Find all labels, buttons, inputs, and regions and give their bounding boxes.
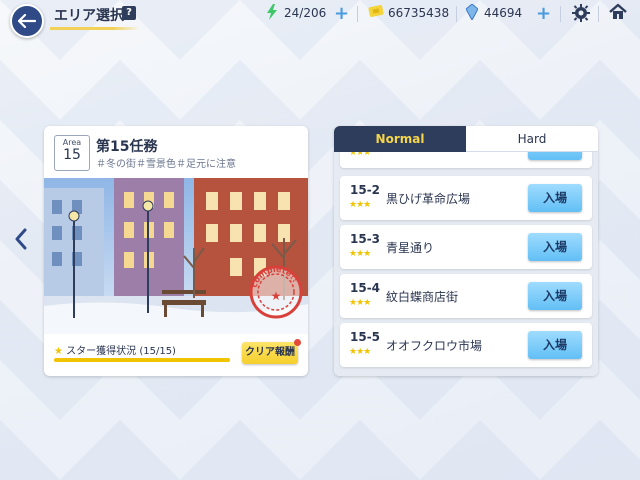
star-icon: ★: [54, 346, 63, 357]
notification-dot-icon: [294, 339, 301, 346]
tab-hard[interactable]: Hard: [466, 126, 598, 152]
area-badge: Area 15: [54, 135, 90, 171]
stage-number: 15-2: [350, 183, 381, 197]
stage-row-partial[interactable]: ★★★: [340, 152, 592, 168]
credits-value: 66735438: [388, 6, 450, 20]
stage-row[interactable]: 15-3 ★★★ 青星通り 入場: [340, 225, 592, 269]
star-progress-fill: [54, 358, 230, 362]
title-underline: [50, 27, 140, 30]
stage-number: 15-5: [350, 330, 381, 344]
previous-area-arrow-icon[interactable]: [14, 228, 28, 250]
divider: [560, 6, 561, 22]
stage-name: オオフクロウ市場: [386, 339, 483, 353]
stage-row[interactable]: 15-2 ★★★ 黒ひげ革命広場 入場: [340, 176, 592, 220]
area-title: 第15任務: [96, 139, 158, 155]
area-label: Area: [62, 138, 82, 147]
stamina-value: 24/206: [284, 6, 327, 20]
area-tags: ＃冬の街＃雪景色＃足元に注意: [96, 159, 236, 170]
gem-icon: [466, 4, 478, 20]
svg-text:★: ★: [271, 289, 282, 303]
enter-button[interactable]: [528, 152, 582, 160]
back-button[interactable]: [10, 4, 44, 38]
top-bar: エリア選択 ? 24/206 + 66735438 44694 +: [0, 0, 640, 38]
credit-ticket-icon: [368, 5, 384, 17]
gear-icon[interactable]: [572, 4, 590, 22]
stage-stars: ★★★: [349, 152, 371, 158]
stage-number: 15-3: [350, 232, 381, 246]
clear-reward-label: クリア報酬: [245, 347, 295, 358]
stage-number: 15-4: [350, 281, 381, 295]
divider: [456, 6, 457, 22]
difficulty-tabs: Normal Hard: [334, 126, 598, 152]
clear-reward-button[interactable]: クリア報酬: [242, 339, 301, 364]
page-title: エリア選択: [54, 8, 124, 24]
enter-button[interactable]: 入場: [528, 282, 582, 310]
divider: [598, 6, 599, 22]
enter-button[interactable]: 入場: [528, 331, 582, 359]
home-icon[interactable]: [608, 3, 628, 21]
stage-name: 青星通り: [386, 241, 435, 255]
area-number: 15: [63, 147, 81, 163]
star-progress-bar: [54, 358, 230, 362]
stamina-bolt-icon: [267, 4, 277, 20]
stamina-plus-icon[interactable]: +: [334, 3, 349, 24]
gems-value: 44694: [484, 6, 523, 20]
stage-name: 黒ひげ革命広場: [386, 192, 471, 206]
stage-stars: ★★★: [349, 347, 371, 357]
stage-name: 紋白蝶商店街: [386, 290, 459, 304]
stage-panel: Normal Hard ★★★ 15-2 ★★★ 黒ひげ革命広場 入場 15-3…: [334, 126, 598, 376]
stage-stars: ★★★: [349, 298, 371, 308]
star-status: ★ スター獲得状況 (15/15): [54, 342, 176, 357]
divider: [357, 6, 358, 22]
area-card: Area 15 第15任務 ＃冬の街＃雪景色＃足元に注意 complete!! …: [44, 126, 308, 376]
tab-normal[interactable]: Normal: [334, 126, 466, 152]
stage-stars: ★★★: [349, 200, 371, 210]
enter-button[interactable]: 入場: [528, 184, 582, 212]
stage-list[interactable]: ★★★ 15-2 ★★★ 黒ひげ革命広場 入場 15-3 ★★★ 青星通り 入場…: [334, 152, 598, 376]
help-icon[interactable]: ?: [122, 6, 136, 20]
star-status-text: スター獲得状況 (15/15): [66, 346, 176, 357]
stage-row[interactable]: 15-5 ★★★ オオフクロウ市場 入場: [340, 323, 592, 367]
enter-button[interactable]: 入場: [528, 233, 582, 261]
stage-stars: ★★★: [349, 249, 371, 259]
arrow-left-icon: [18, 14, 36, 28]
stage-row[interactable]: 15-4 ★★★ 紋白蝶商店街 入場: [340, 274, 592, 318]
gems-plus-icon[interactable]: +: [536, 3, 551, 24]
complete-stamp: complete!! ★: [249, 265, 303, 319]
